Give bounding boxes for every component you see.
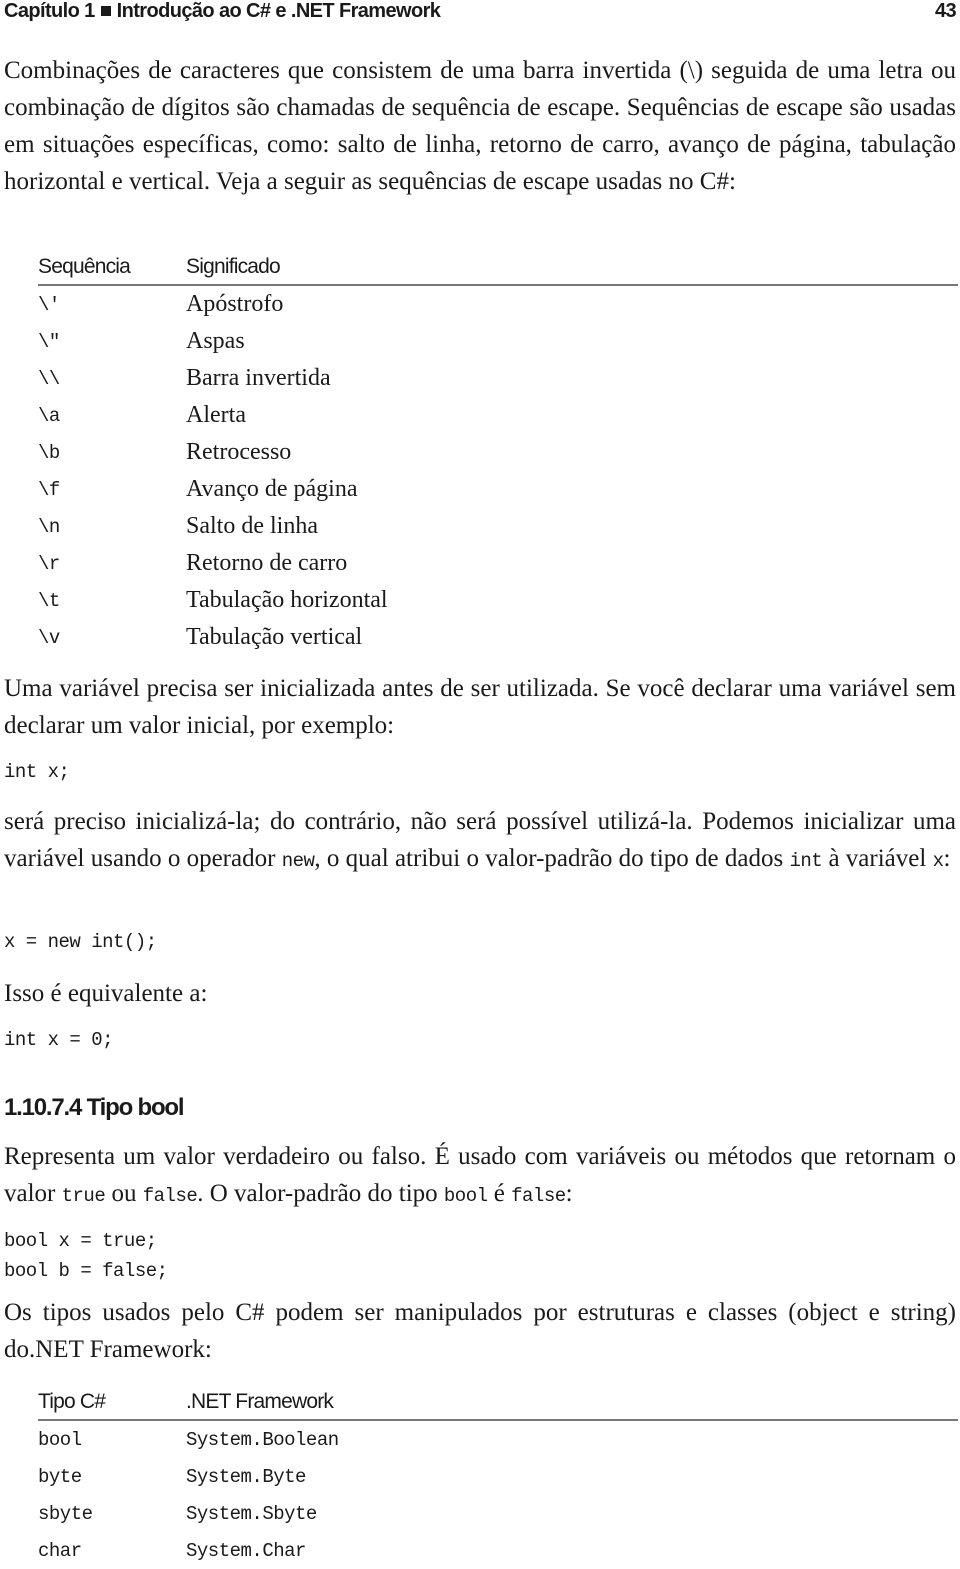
code-block: int x; (4, 761, 70, 783)
table-row: bool System.Boolean (38, 1421, 958, 1458)
page-header: Capítulo 1 Introdução ao C# e .NET Framew… (4, 0, 957, 26)
table-cell: \v (38, 626, 60, 649)
code-block: x = new int(); (4, 931, 157, 953)
table-cell: bool (38, 1428, 82, 1451)
inline-code: new (281, 850, 315, 872)
code-block: bool x = true; bool b = false; (4, 1230, 168, 1282)
table-row: \r Retorno de carro (38, 545, 958, 582)
table-cell: Alerta (186, 402, 246, 428)
table-row: \" Aspas (38, 323, 958, 360)
table-body: bool System.Boolean byte System.Byte sbyte Sy… (38, 1421, 958, 1569)
table-cell: \" (38, 330, 60, 353)
table-row: \' Apóstrofo (38, 286, 958, 323)
column-header: Sequência (38, 255, 131, 278)
table-cell: Apóstrofo (186, 291, 284, 317)
table-cell: System.Boolean (186, 1428, 339, 1451)
column-header: .NET Framework (186, 1390, 334, 1413)
table-cell: Retrocesso (186, 439, 292, 465)
inline-code: false (511, 1185, 566, 1207)
table-row: \\ Barra invertida (38, 360, 958, 397)
table-cell: Retorno de carro (186, 550, 348, 576)
table-cell: sbyte (38, 1502, 93, 1525)
section-heading: 1.10.7.4 Tipo bool (4, 1094, 185, 1121)
paragraph-dotnet-types: Os tipos usados pelo C# podem ser manipu… (4, 1299, 956, 1363)
table-body: \' Apóstrofo \" Aspas \\ Barra invertida \a Ale… (38, 286, 958, 656)
text-span: , o qual atribui o valor-padrão do tipo … (314, 845, 790, 872)
table-row: \a Alerta (38, 397, 958, 434)
column-header: Significado (186, 255, 281, 278)
paragraph-bool: Representa um valor verdadeiro ou falso.… (4, 1138, 956, 1215)
table-cell: Tabulação vertical (186, 624, 363, 650)
paragraph-equivalent: Isso é equivalente a: (4, 980, 208, 1007)
table-cell: Tabulação horizontal (186, 587, 388, 613)
table-row: byte System.Byte (38, 1458, 958, 1495)
inline-code: x (932, 850, 944, 872)
table-cell: byte (38, 1465, 82, 1488)
table-cell: System.Sbyte (186, 1502, 317, 1525)
text-span: : (943, 845, 951, 872)
table-cell: \\ (38, 367, 60, 390)
code-block: int x = 0; (4, 1029, 114, 1051)
table-cell: \a (38, 404, 60, 427)
table-cell: \f (38, 478, 60, 501)
table-cell: Salto de linha (186, 513, 318, 539)
table-cell: Avanço de página (186, 476, 358, 502)
table-cell: System.Char (186, 1539, 306, 1562)
inline-code: bool (443, 1185, 488, 1207)
types-table: Tipo C# .NET Framework bool System.Boolea… (38, 1385, 958, 1569)
text-span: : (565, 1180, 573, 1207)
table-cell: Aspas (186, 328, 245, 354)
paragraph-escape-intro: Combinações de caracteres que consistem … (4, 57, 956, 195)
table-cell: \r (38, 552, 60, 575)
table-cell: Barra invertida (186, 365, 331, 391)
table-row: \n Salto de linha (38, 508, 958, 545)
column-header: Tipo C# (38, 1390, 106, 1413)
chapter-title: Introdução ao C# e .NET Framework (116, 0, 441, 22)
inline-code: true (61, 1185, 106, 1207)
text-span: é (487, 1180, 512, 1207)
text-span: ou (105, 1180, 143, 1207)
table-row: char System.Char (38, 1532, 958, 1569)
table-cell: \b (38, 441, 60, 464)
page-number: 43 (934, 0, 957, 22)
table-row: \f Avanço de página (38, 471, 958, 508)
table-row: \t Tabulação horizontal (38, 582, 958, 619)
table-row: \b Retrocesso (38, 434, 958, 471)
table-header: Sequência Significado (38, 250, 958, 286)
paragraph-new-operator: será preciso inicializá-la; do contrário… (4, 803, 956, 880)
paragraph-variable-init: Uma variável precisa ser inicializada an… (4, 675, 956, 739)
table-cell: char (38, 1539, 82, 1562)
table-cell: \n (38, 515, 60, 538)
text-span: . O valor-padrão do tipo (197, 1180, 444, 1207)
square-bullet-icon (100, 5, 111, 16)
escape-sequence-table: Sequência Significado \' Apóstrofo \" Aspas… (38, 250, 958, 656)
table-cell: \t (38, 589, 60, 612)
table-row: \v Tabulação vertical (38, 619, 958, 656)
table-row: sbyte System.Sbyte (38, 1495, 958, 1532)
table-header: Tipo C# .NET Framework (38, 1385, 958, 1421)
table-cell: \' (38, 293, 60, 316)
inline-code: false (142, 1185, 198, 1207)
inline-code: int (789, 850, 823, 872)
table-cell: System.Byte (186, 1465, 306, 1488)
running-title: Capítulo 1 Introdução ao C# e .NET Framew… (4, 0, 441, 26)
text-span: à variável (822, 845, 933, 872)
chapter-label: Capítulo 1 (4, 0, 95, 22)
